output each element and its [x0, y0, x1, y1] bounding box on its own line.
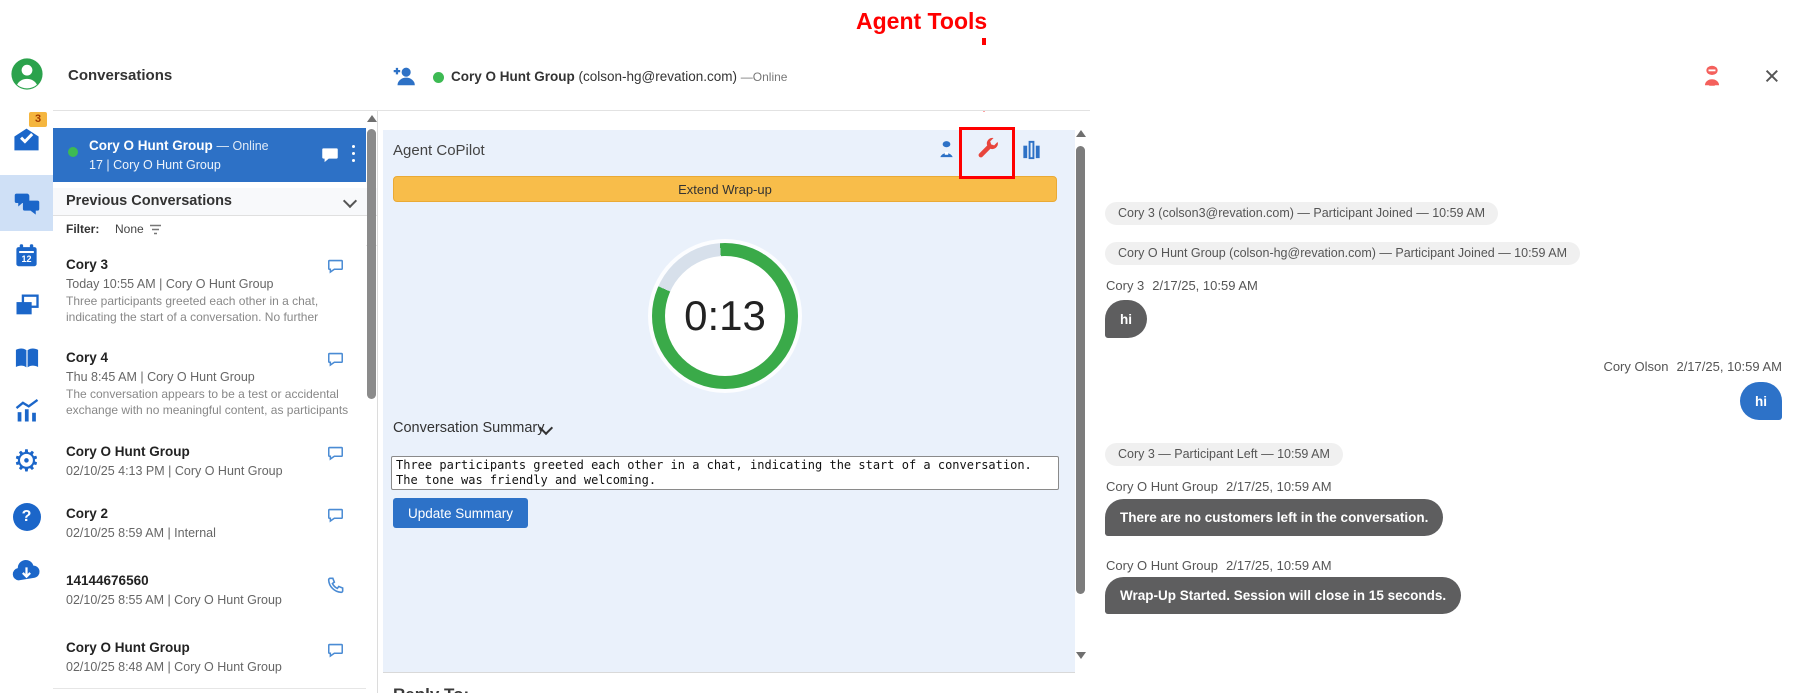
phone-icon [326, 575, 346, 595]
conversation-list-item[interactable]: Cory O Hunt Group 02/10/25 4:13 PM | Cor… [53, 429, 366, 494]
chat-bubble-icon [325, 506, 346, 525]
sidebar-item-profile[interactable] [0, 57, 53, 91]
settings-gear-icon: ⚙ [13, 447, 40, 477]
filter-icon[interactable] [149, 224, 162, 235]
conversation-status: —Online [741, 70, 788, 84]
sidebar-item-help[interactable]: ? [0, 503, 53, 531]
conversation-title: Cory O Hunt Group (colson-hg@revation.co… [451, 69, 787, 84]
message-sender-label: Cory O Hunt Group2/17/25, 10:59 AM [1106, 558, 1332, 573]
analytics-icon [12, 397, 42, 425]
wrapup-timer-value: 0:13 [652, 243, 798, 389]
selected-conversation-name: Cory O Hunt Group — Online [89, 138, 269, 153]
sidebar-item-knowledge[interactable] [0, 344, 53, 372]
sidebar-item-conversations[interactable] [0, 189, 53, 217]
selected-conversation[interactable]: Cory O Hunt Group — Online 17 | Cory O H… [53, 128, 366, 182]
sidebar-item-windows[interactable] [0, 291, 53, 319]
reports-stats-icon[interactable] [1020, 138, 1043, 161]
inbox-count-badge: 3 [28, 111, 48, 128]
remove-agent-icon[interactable] [1699, 62, 1725, 90]
conversation-list-item[interactable]: 14144676560 02/10/25 8:55 AM | Cory O Hu… [53, 551, 366, 626]
conversations-scrollbar-thumb[interactable] [367, 129, 376, 399]
close-icon[interactable]: × [1764, 61, 1780, 91]
scroll-down-icon[interactable] [1076, 652, 1086, 659]
update-summary-button[interactable]: Update Summary [393, 498, 528, 528]
annotation-agent-tools: Agent Tools [856, 8, 1056, 35]
chat-bubble-icon[interactable] [319, 145, 341, 165]
avatar-icon [10, 57, 44, 91]
system-message: Cory 3 (colson3@revation.com) — Particip… [1105, 202, 1498, 225]
calendar-icon: 12 [13, 242, 40, 269]
reply-to-label: Reply To: [393, 685, 469, 693]
conversations-header: Conversations [53, 45, 377, 111]
incoming-message-bubble: Wrap-Up Started. Session will close in 1… [1105, 577, 1461, 614]
conversation-list-item[interactable]: Cory 4 Thu 8:45 AM | Cory O Hunt Group T… [53, 338, 366, 430]
inbox-check-icon [12, 125, 41, 154]
filter-label: Filter: [66, 222, 99, 236]
selected-conversation-status: — Online [217, 139, 269, 153]
conversation-list-item[interactable]: Cory 3 Today 10:55 AM | Cory O Hunt Grou… [53, 245, 366, 339]
chat-bubble-icon [325, 350, 346, 369]
cloud-download-icon [10, 557, 43, 584]
left-nav-sidebar: 3 12 ⚙ [0, 45, 54, 693]
scroll-up-icon[interactable] [367, 115, 377, 122]
outgoing-message-bubble: hi [1740, 382, 1782, 420]
add-participant-icon[interactable] [391, 63, 417, 89]
help-icon: ? [13, 503, 41, 531]
sidebar-item-inbox[interactable] [0, 125, 53, 154]
conversation-menu-icon[interactable] [352, 145, 355, 148]
system-message: Cory O Hunt Group (colson-hg@revation.co… [1105, 242, 1580, 265]
copilot-title: Agent CoPilot [393, 142, 485, 159]
conversation-header-bar: Cory O Hunt Group (colson-hg@revation.co… [377, 45, 1804, 111]
message-sender-label: Cory 32/17/25, 10:59 AM [1106, 278, 1258, 293]
agent-assist-icon[interactable] [935, 138, 958, 161]
conversations-panel: Conversations Cory O Hunt Group — Online… [53, 45, 378, 693]
chat-bubble-icon [325, 641, 346, 660]
conversation-list-item[interactable]: Cory O Hunt Group 02/10/25 8:48 AM | Cor… [53, 625, 366, 689]
windows-icon [13, 291, 41, 319]
chevron-down-icon [343, 194, 357, 208]
app-window: Agent Tools 3 12 [0, 0, 1804, 693]
system-message: Cory 3 — Participant Left — 10:59 AM [1105, 443, 1343, 466]
scroll-up-icon[interactable] [1076, 130, 1086, 137]
chat-bubbles-icon [13, 189, 41, 217]
sidebar-item-settings[interactable]: ⚙ [0, 447, 53, 477]
incoming-message-bubble: There are no customers left in the conve… [1105, 499, 1443, 536]
sidebar-item-calendar[interactable]: 12 [0, 242, 53, 269]
selected-conversation-sub: 17 | Cory O Hunt Group [89, 158, 221, 172]
conversation-list-item[interactable]: Cory 2 02/10/25 8:59 AM | Internal [53, 493, 366, 552]
message-sender-label: Cory O Hunt Group2/17/25, 10:59 AM [1106, 479, 1332, 494]
chat-bubble-icon [325, 444, 346, 463]
book-icon [12, 344, 42, 372]
conversation-summary-label: Conversation Summary [393, 420, 545, 436]
summary-textarea[interactable]: Three participants greeted each other in… [391, 456, 1059, 490]
filter-row: Filter: None [53, 215, 377, 246]
chat-transcript-panel: Cory 3 (colson3@revation.com) — Particip… [1090, 110, 1804, 693]
extend-wrapup-button[interactable]: Extend Wrap-up [393, 176, 1057, 202]
incoming-message-bubble: hi [1105, 300, 1147, 338]
annotation-highlight-box [959, 127, 1015, 179]
calendar-day-label: 12 [13, 254, 40, 264]
online-status-dot [68, 147, 78, 157]
sidebar-item-analytics[interactable] [0, 397, 53, 425]
message-sender-label: Cory Olson2/17/25, 10:59 AM [1603, 359, 1782, 374]
agent-copilot-panel: Agent CoPilot Extend Wrap-up 0:13 Conver… [383, 130, 1075, 673]
chat-bubble-icon [325, 257, 346, 276]
filter-value[interactable]: None [115, 222, 144, 236]
conversations-title: Conversations [68, 67, 172, 84]
previous-conversations-header[interactable]: Previous Conversations [53, 188, 377, 216]
online-status-dot [433, 72, 444, 83]
sidebar-item-downloads[interactable] [0, 557, 53, 584]
copilot-scrollbar-thumb[interactable] [1076, 146, 1085, 594]
wrapup-timer-ring: 0:13 [652, 243, 798, 389]
